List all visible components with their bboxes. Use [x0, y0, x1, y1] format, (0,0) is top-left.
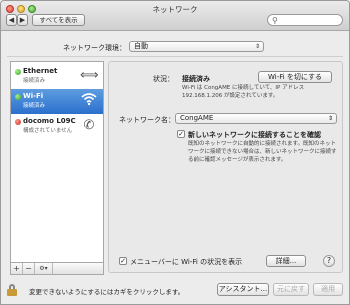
lock-body: [7, 289, 17, 296]
network-name-value: CongAME: [180, 114, 214, 122]
add-service-button[interactable]: +: [11, 263, 23, 274]
ask-description-1: 既知のネットワークに自動的に接続されます。既知のネット: [188, 141, 336, 147]
phone-icon: ✆: [83, 118, 95, 133]
service-list: Ethernet 接続済み ⟺ Wi-Fi 接続済み docomo L09C 構…: [10, 61, 104, 263]
status-description-2: 192.168.1.206 が設定されています。: [182, 93, 279, 99]
lock-instruction: 変更できないようにするにはカギをクリックします。: [29, 288, 185, 296]
location-select[interactable]: 自動 ⇕: [129, 41, 264, 52]
divider: [7, 56, 343, 57]
back-button[interactable]: ◀: [6, 14, 17, 26]
forward-button[interactable]: ▶: [17, 14, 28, 26]
turn-wifi-off-button[interactable]: Wi-Fi を切にする: [258, 71, 332, 83]
show-all-button[interactable]: すべてを表示: [32, 14, 85, 26]
ethernet-arrows-icon: ⟺: [80, 68, 99, 83]
service-list-toolbar: + − ⚙▾: [10, 263, 104, 275]
assistant-button[interactable]: アシスタント...: [217, 283, 269, 296]
chevron-updown-icon: ⇕: [254, 43, 260, 50]
location-label: ネットワーク環境：: [63, 44, 126, 52]
network-name-select[interactable]: CongAME ⇕: [175, 113, 337, 124]
wifi-icon: [80, 92, 98, 110]
chevron-updown-icon: ⇕: [327, 115, 333, 122]
search-input[interactable]: [280, 16, 338, 25]
title-bar: ネットワーク ◀ ▶ すべてを表示 ⚲: [1, 1, 349, 31]
service-status: 構成されていません: [23, 128, 73, 134]
status-description-1: Wi-Fi は CongAME に接続していて、IP アドレス: [182, 85, 305, 91]
service-status: 接続済み: [23, 78, 46, 84]
ask-to-join-checkbox[interactable]: ✓: [177, 130, 185, 138]
service-item-ethernet[interactable]: Ethernet 接続済み ⟺: [11, 64, 103, 89]
status-label: 状況：: [153, 75, 174, 83]
service-item-docomo[interactable]: docomo L09C 構成されていません ✆: [11, 114, 103, 139]
lock-icon[interactable]: [7, 284, 17, 296]
revert-button[interactable]: 元に戻す: [273, 283, 309, 296]
remove-service-button[interactable]: −: [23, 263, 35, 274]
service-name: docomo L09C: [23, 117, 76, 125]
location-value: 自動: [134, 42, 148, 50]
network-name-label: ネットワーク名：: [119, 116, 175, 124]
ask-description-2: ワークに接続できない場合は、新しいネットワークに接続す: [188, 149, 337, 155]
status-dot-icon: [15, 119, 21, 125]
status-dot-icon: [15, 69, 21, 75]
search-field[interactable]: ⚲: [267, 14, 343, 26]
status-value: 接続済み: [182, 75, 210, 83]
service-name: Ethernet: [23, 67, 58, 75]
ask-to-join-label: 新しいネットワークに接続することを確認: [188, 131, 321, 139]
search-icon: ⚲: [272, 16, 278, 25]
apply-button[interactable]: 適用: [313, 283, 343, 296]
service-status: 接続済み: [23, 103, 46, 109]
service-name: Wi-Fi: [23, 92, 44, 100]
advanced-button[interactable]: 詳細...: [266, 255, 306, 267]
service-item-wifi[interactable]: Wi-Fi 接続済み: [11, 89, 103, 114]
ask-description-3: る前に確認メッセージが表示されます。: [188, 157, 287, 163]
status-dot-icon: [15, 94, 21, 100]
help-button[interactable]: ?: [323, 255, 335, 267]
service-action-menu[interactable]: ⚙▾: [35, 263, 53, 274]
show-in-menubar-label: メニューバーに Wi-Fi の状況を表示: [130, 258, 243, 266]
network-preferences-window: ネットワーク ◀ ▶ すべてを表示 ⚲ ネットワーク環境： 自動 ⇕ Ether…: [0, 0, 350, 305]
show-in-menubar-checkbox[interactable]: ✓: [119, 257, 127, 265]
